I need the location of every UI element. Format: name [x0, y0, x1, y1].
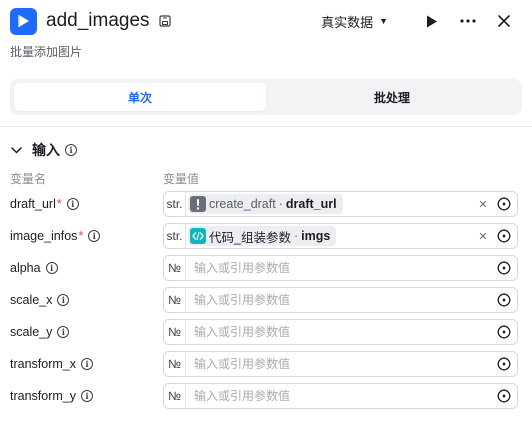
param-label: transform_y i [10, 389, 163, 403]
column-header-value: 变量值 [163, 172, 200, 186]
separator-dot: · [293, 229, 299, 243]
separator-dot: · [278, 197, 283, 211]
variable-ref-icon[interactable] [494, 194, 514, 214]
param-name: draft_url [10, 197, 56, 211]
info-icon[interactable]: i [57, 294, 70, 306]
run-button[interactable] [420, 9, 444, 33]
param-row-alpha: alpha i № [10, 255, 520, 281]
reference-output-name: draft_url [285, 197, 337, 211]
reference-chip[interactable]: 代码_组装参数 · imgs [188, 226, 337, 246]
close-button[interactable] [492, 9, 516, 33]
param-label: scale_x i [10, 293, 163, 307]
type-tag: № [164, 384, 186, 408]
info-icon[interactable]: i [65, 144, 77, 156]
info-icon[interactable]: i [88, 230, 101, 242]
info-icon[interactable]: i [66, 198, 79, 210]
param-row-draft-url: draft_url * i str. create_draft · draft_u… [10, 191, 520, 217]
type-tag: № [164, 352, 186, 376]
reference-node-name: 代码_组装参数 [209, 230, 291, 245]
param-value-field[interactable]: str. 代码_组装参数 · imgs ✕ [163, 223, 518, 249]
required-marker: * [78, 229, 84, 243]
param-row-transform-x: transform_x i № [10, 351, 520, 377]
reference-chip[interactable]: create_draft · draft_url [188, 194, 343, 214]
param-value-field: № [163, 351, 518, 377]
param-row-transform-y: transform_y i № [10, 383, 520, 409]
divider [0, 126, 532, 127]
param-name: scale_y [10, 325, 53, 339]
data-mode-label: 真实数据 [321, 14, 374, 30]
type-tag: str. [164, 192, 186, 216]
param-label: transform_x i [10, 357, 163, 371]
info-icon[interactable]: i [81, 390, 93, 402]
variable-ref-icon[interactable] [494, 322, 514, 342]
code-icon [190, 228, 206, 244]
reference-node-name: create_draft [209, 197, 276, 211]
param-row-scale-x: scale_x i № [10, 287, 520, 313]
type-tag: № [164, 288, 186, 312]
panel-header: add_images 真实数据 ▼ [10, 6, 522, 36]
section-title: 输入 [32, 142, 60, 158]
type-tag: № [164, 320, 186, 344]
node-description: 批量添加图片 [10, 45, 83, 59]
param-label: scale_y i [10, 325, 163, 339]
save-edit-icon[interactable] [158, 14, 172, 28]
caret-down-icon: ▼ [379, 16, 388, 26]
data-mode-select[interactable]: 真实数据 ▼ [321, 12, 388, 31]
param-row-image-infos: image_infos * i str. 代码_组装参数 · imgs ✕ [10, 223, 520, 249]
column-header-name: 变量名 [10, 172, 47, 186]
node-config-panel: add_images 真实数据 ▼ 批量添加图片 单次 批处理 输入 i 变量名… [0, 0, 532, 426]
param-row-scale-y: scale_y i № [10, 319, 520, 345]
param-value-field: № [163, 383, 518, 409]
param-value-input[interactable] [188, 320, 494, 344]
param-label: draft_url * i [10, 197, 163, 211]
param-label: image_infos * i [10, 229, 163, 243]
more-dots-icon [460, 19, 476, 23]
param-value-field: № [163, 319, 518, 345]
info-icon[interactable]: i [45, 262, 58, 274]
clear-icon[interactable]: ✕ [476, 230, 490, 243]
type-tag: str. [164, 224, 186, 248]
play-square-icon [10, 7, 37, 35]
run-mode-tabs: 单次 批处理 [10, 79, 522, 115]
param-value-input[interactable] [188, 384, 494, 408]
param-name: alpha [10, 261, 41, 275]
type-tag: № [164, 256, 186, 280]
param-value-field: № [163, 255, 518, 281]
param-value-input[interactable] [188, 256, 494, 280]
variable-ref-icon[interactable] [494, 290, 514, 310]
param-name: transform_x [10, 357, 76, 371]
param-value-input[interactable] [188, 352, 494, 376]
tab-single[interactable]: 单次 [14, 83, 266, 111]
param-label: alpha i [10, 261, 163, 275]
param-name: scale_x [10, 293, 53, 307]
param-value-field[interactable]: str. create_draft · draft_url ✕ [163, 191, 518, 217]
more-options-button[interactable] [456, 9, 480, 33]
required-marker: * [56, 197, 62, 211]
play-icon [427, 15, 437, 27]
param-name: image_infos [10, 229, 78, 243]
param-value-field: № [163, 287, 518, 313]
variable-ref-icon[interactable] [494, 386, 514, 406]
exclamation-icon [190, 196, 206, 212]
variable-ref-icon[interactable] [494, 354, 514, 374]
info-icon[interactable]: i [57, 326, 70, 338]
close-icon [498, 15, 510, 27]
info-icon[interactable]: i [81, 358, 93, 370]
page-title: add_images [46, 10, 150, 31]
chevron-down-icon [10, 144, 22, 156]
clear-icon[interactable]: ✕ [476, 198, 490, 211]
variable-ref-icon[interactable] [494, 258, 514, 278]
reference-output-name: imgs [301, 229, 331, 243]
param-value-input[interactable] [188, 288, 494, 312]
tab-batch[interactable]: 批处理 [266, 83, 518, 111]
variable-ref-icon[interactable] [494, 226, 514, 246]
inputs-section-toggle[interactable]: 输入 i [10, 141, 77, 159]
param-name: transform_y [10, 389, 76, 403]
header-actions: 真实数据 ▼ [321, 6, 516, 36]
